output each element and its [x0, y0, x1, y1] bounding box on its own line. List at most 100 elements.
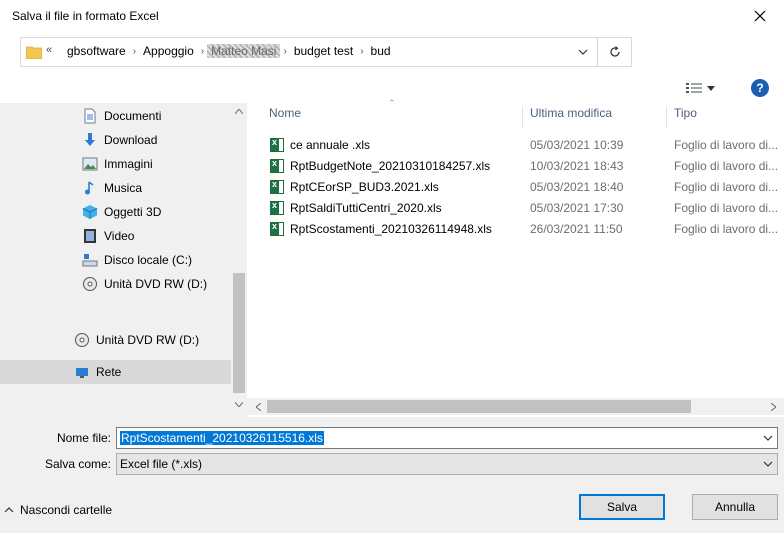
nav-scroll-thumb[interactable]: [233, 273, 245, 393]
chevron-down-icon: [578, 49, 588, 55]
column-separator[interactable]: [522, 106, 523, 128]
file-date: 05/03/2021 17:30: [530, 201, 624, 215]
excel-file-icon: [270, 137, 284, 152]
view-options-button[interactable]: [686, 79, 724, 97]
crumb-appoggio[interactable]: Appoggio: [139, 44, 198, 58]
caret-down-icon: [707, 85, 715, 91]
file-name: RptBudgetNote_20210310184257.xls: [290, 159, 491, 173]
nav-item-label: Documenti: [104, 109, 162, 123]
chevron-right-icon[interactable]: ›: [280, 46, 289, 57]
help-button[interactable]: ?: [751, 79, 769, 97]
scroll-right-icon[interactable]: [771, 403, 776, 411]
details-view-icon: [686, 83, 702, 93]
nav-item-label: Disco locale (C:): [104, 253, 193, 267]
file-date: 05/03/2021 10:39: [530, 138, 624, 152]
file-type: Foglio di lavoro di...: [674, 180, 779, 194]
filename-input[interactable]: RptScostamenti_20210326115516.xls: [116, 427, 778, 449]
crumb-bud[interactable]: bud: [367, 44, 395, 58]
file-type: Foglio di lavoro di...: [674, 222, 779, 236]
nav-item-immagini[interactable]: Immagini: [82, 153, 153, 175]
filename-label: Nome file:: [56, 431, 111, 445]
file-type: Foglio di lavoro di...: [674, 138, 779, 152]
file-type: Foglio di lavoro di...: [674, 159, 779, 173]
file-row[interactable]: RptScostamenti_20210326114948.xls 26/03/…: [268, 219, 784, 240]
document-icon: [84, 108, 96, 124]
file-name: RptCEorSP_BUD3.2021.xls: [290, 180, 439, 194]
breadcrumb: gbsoftware › Appoggio › Matteo Masi › bu…: [63, 44, 395, 58]
savetype-select[interactable]: Excel file (*.xls): [116, 453, 778, 475]
nav-item-video[interactable]: Video: [82, 225, 134, 247]
file-row[interactable]: ce annuale .xls 05/03/2021 10:39 Foglio …: [268, 135, 784, 156]
folder-icon: [26, 46, 42, 59]
crumb-gbsoftware[interactable]: gbsoftware: [63, 44, 130, 58]
close-button[interactable]: [736, 0, 784, 32]
hide-folders-toggle[interactable]: Nascondi cartelle: [4, 503, 112, 517]
chevron-right-icon[interactable]: ›: [198, 46, 207, 57]
nav-item-label: Video: [104, 229, 135, 243]
savetype-value: Excel file (*.xls): [120, 457, 203, 471]
column-separator[interactable]: [666, 106, 667, 128]
address-bar[interactable]: « gbsoftware › Appoggio › Matteo Masi › …: [20, 37, 632, 67]
nav-item-download[interactable]: Download: [82, 129, 157, 151]
column-header-modified[interactable]: Ultima modifica: [530, 106, 612, 120]
save-button[interactable]: Salva: [579, 494, 665, 520]
file-date: 10/03/2021 18:43: [530, 159, 624, 173]
nav-item-label: Unità DVD RW (D:): [96, 333, 200, 347]
close-icon: [754, 10, 766, 22]
excel-file-icon: [270, 200, 284, 215]
cube-icon: [82, 205, 98, 219]
file-type: Foglio di lavoro di...: [674, 201, 779, 215]
file-row[interactable]: RptSaldiTuttiCentri_2020.xls 05/03/2021 …: [268, 198, 784, 219]
scroll-down-icon[interactable]: [235, 402, 243, 407]
crumb-redacted[interactable]: Matteo Masi: [207, 44, 281, 58]
scroll-left-icon[interactable]: [256, 403, 261, 411]
address-history-dropdown[interactable]: [569, 38, 597, 66]
file-row[interactable]: RptBudgetNote_20210310184257.xls 10/03/2…: [268, 156, 784, 177]
nav-item-disco-locale[interactable]: Disco locale (C:): [82, 249, 192, 271]
crumb-budget-test[interactable]: budget test: [290, 44, 357, 58]
scroll-up-icon[interactable]: [235, 109, 243, 114]
horizontal-scroll-thumb[interactable]: [267, 400, 691, 413]
filename-value: RptScostamenti_20210326115516.xls: [120, 431, 324, 445]
network-icon: [76, 368, 88, 378]
savetype-label: Salva come:: [44, 457, 111, 471]
nav-item-musica[interactable]: Musica: [82, 177, 142, 199]
file-name: RptScostamenti_20210326114948.xls: [290, 222, 492, 236]
sort-ascending-icon: ⌃: [388, 98, 396, 108]
nav-item-label: Unità DVD RW (D:): [104, 277, 208, 291]
nav-item-dvd-rw[interactable]: Unità DVD RW (D:): [82, 273, 207, 295]
nav-item-label: Download: [104, 133, 158, 147]
chevron-down-icon: [763, 435, 773, 441]
window-title: Salva il file in formato Excel: [12, 9, 159, 23]
nav-item-label: Rete: [96, 365, 122, 379]
nav-item-label: Musica: [104, 181, 143, 195]
cancel-button[interactable]: Annulla: [692, 494, 778, 520]
file-row[interactable]: RptCEorSP_BUD3.2021.xls 05/03/2021 18:40…: [268, 177, 784, 198]
file-date: 26/03/2021 11:50: [530, 222, 623, 236]
file-date: 05/03/2021 18:40: [530, 180, 624, 194]
chevron-right-icon[interactable]: ›: [357, 46, 366, 57]
refresh-button[interactable]: [599, 38, 631, 66]
column-header-name[interactable]: Nome: [269, 106, 301, 120]
nav-item-oggetti-3d[interactable]: Oggetti 3D: [82, 201, 161, 223]
download-icon: [85, 133, 95, 146]
video-icon: [84, 229, 96, 243]
nav-item-rete[interactable]: Rete: [0, 360, 231, 384]
chevron-down-icon: [763, 461, 773, 467]
nav-item-documenti[interactable]: Documenti: [82, 105, 161, 127]
dvd-icon: [75, 333, 89, 347]
filename-history-dropdown[interactable]: [761, 431, 775, 445]
column-header-type[interactable]: Tipo: [674, 106, 697, 120]
address-overflow[interactable]: «: [46, 44, 52, 56]
nav-item-label: Immagini: [104, 157, 153, 171]
refresh-icon: [610, 46, 620, 57]
excel-file-icon: [270, 179, 284, 194]
chevron-right-icon[interactable]: ›: [130, 46, 139, 57]
dvd-icon: [83, 277, 97, 291]
savetype-dropdown[interactable]: [761, 457, 775, 471]
excel-file-icon: [270, 221, 284, 236]
divider: [597, 38, 598, 66]
hide-folders-label: Nascondi cartelle: [20, 503, 113, 517]
disk-icon: [82, 254, 98, 267]
nav-item-dvd-rw-root[interactable]: Unità DVD RW (D:): [74, 329, 199, 351]
